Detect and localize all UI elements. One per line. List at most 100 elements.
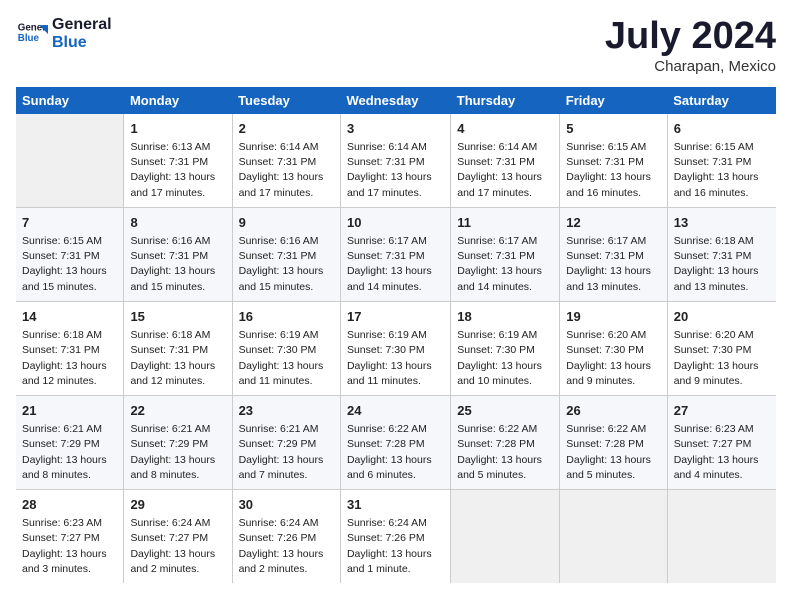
- day-number: 20: [674, 308, 770, 326]
- day-number: 28: [22, 496, 117, 514]
- day-cell: 4 Sunrise: 6:14 AMSunset: 7:31 PMDaylight…: [451, 114, 560, 208]
- week-row-4: 21Sunrise: 6:21 AMSunset: 7:29 PMDayligh…: [16, 395, 776, 489]
- day-cell: 3Sunrise: 6:14 AMSunset: 7:31 PMDaylight…: [340, 114, 450, 208]
- day-info: Sunrise: 6:18 AMSunset: 7:31 PMDaylight:…: [22, 328, 117, 389]
- day-cell: 12 Sunrise: 6:17 AMSunset: 7:31 PMDayligh…: [560, 207, 667, 301]
- calendar-table: SundayMondayTuesdayWednesdayThursdayFrid…: [16, 87, 776, 583]
- header-cell-wednesday: Wednesday: [340, 87, 450, 114]
- header-cell-saturday: Saturday: [667, 87, 776, 114]
- day-number: 13: [674, 214, 770, 232]
- day-cell: 11 Sunrise: 6:17 AMSunset: 7:31 PMDayligh…: [451, 207, 560, 301]
- day-number: 19: [566, 308, 660, 326]
- svg-text:Blue: Blue: [18, 33, 40, 44]
- day-info: Sunrise: 6:23 AMSunset: 7:27 PMDaylight:…: [674, 422, 770, 483]
- day-info: Sunrise: 6:19 AMSunset: 7:30 PMDaylight:…: [347, 328, 444, 389]
- location-subtitle: Charapan, Mexico: [605, 58, 776, 75]
- day-info: Sunrise: 6:19 AMSunset: 7:30 PMDaylight:…: [457, 328, 553, 389]
- day-number: 3: [347, 120, 444, 138]
- day-cell: 1 Sunrise: 6:13 AMSunset: 7:31 PMDaylight…: [124, 114, 232, 208]
- day-number: 1: [130, 120, 225, 138]
- header-row: SundayMondayTuesdayWednesdayThursdayFrid…: [16, 87, 776, 114]
- week-row-3: 14 Sunrise: 6:18 AMSunset: 7:31 PMDayligh…: [16, 301, 776, 395]
- day-info: Sunrise: 6:17 AMSunset: 7:31 PMDaylight:…: [347, 234, 444, 295]
- day-info: Sunrise: 6:17 AMSunset: 7:31 PMDaylight:…: [566, 234, 660, 295]
- day-cell: 2Sunrise: 6:14 AMSunset: 7:31 PMDaylight…: [232, 114, 340, 208]
- day-info: Sunrise: 6:16 AMSunset: 7:31 PMDaylight:…: [130, 234, 225, 295]
- day-info: Sunrise: 6:17 AMSunset: 7:31 PMDaylight:…: [457, 234, 553, 295]
- day-info: Sunrise: 6:15 AMSunset: 7:31 PMDaylight:…: [22, 234, 117, 295]
- day-info: Sunrise: 6:21 AMSunset: 7:29 PMDaylight:…: [239, 422, 334, 483]
- day-info: Sunrise: 6:23 AMSunset: 7:27 PMDaylight:…: [22, 516, 117, 577]
- day-cell: 22Sunrise: 6:21 AMSunset: 7:29 PMDayligh…: [124, 395, 232, 489]
- day-number: 12: [566, 214, 660, 232]
- logo: General Blue General Blue: [16, 16, 112, 51]
- day-number: 18: [457, 308, 553, 326]
- day-cell: 8 Sunrise: 6:16 AMSunset: 7:31 PMDaylight…: [124, 207, 232, 301]
- day-number: 17: [347, 308, 444, 326]
- day-cell: 17 Sunrise: 6:19 AMSunset: 7:30 PMDayligh…: [340, 301, 450, 395]
- day-number: 31: [347, 496, 444, 514]
- day-cell: 21Sunrise: 6:21 AMSunset: 7:29 PMDayligh…: [16, 395, 124, 489]
- week-row-2: 7 Sunrise: 6:15 AMSunset: 7:31 PMDaylight…: [16, 207, 776, 301]
- day-number: 16: [239, 308, 334, 326]
- day-number: 30: [239, 496, 334, 514]
- day-number: 11: [457, 214, 553, 232]
- day-info: Sunrise: 6:15 AMSunset: 7:31 PMDaylight:…: [566, 140, 660, 201]
- day-number: 27: [674, 402, 770, 420]
- page-header: General Blue General Blue July 2024 Char…: [16, 16, 776, 75]
- logo-general: General: [52, 16, 112, 34]
- day-cell: 18 Sunrise: 6:19 AMSunset: 7:30 PMDayligh…: [451, 301, 560, 395]
- day-cell: 20 Sunrise: 6:20 AMSunset: 7:30 PMDayligh…: [667, 301, 776, 395]
- header-cell-sunday: Sunday: [16, 87, 124, 114]
- day-cell: 15Sunrise: 6:18 AMSunset: 7:31 PMDayligh…: [124, 301, 232, 395]
- day-cell: 27 Sunrise: 6:23 AMSunset: 7:27 PMDayligh…: [667, 395, 776, 489]
- day-info: Sunrise: 6:14 AMSunset: 7:31 PMDaylight:…: [457, 140, 553, 201]
- week-row-5: 28 Sunrise: 6:23 AMSunset: 7:27 PMDayligh…: [16, 490, 776, 584]
- day-info: Sunrise: 6:21 AMSunset: 7:29 PMDaylight:…: [22, 422, 117, 483]
- day-info: Sunrise: 6:22 AMSunset: 7:28 PMDaylight:…: [457, 422, 553, 483]
- day-cell: 7 Sunrise: 6:15 AMSunset: 7:31 PMDaylight…: [16, 207, 124, 301]
- logo-icon: General Blue: [16, 18, 48, 50]
- calendar-body: 1 Sunrise: 6:13 AMSunset: 7:31 PMDaylight…: [16, 114, 776, 583]
- day-number: 23: [239, 402, 334, 420]
- day-number: 15: [130, 308, 225, 326]
- day-number: 14: [22, 308, 117, 326]
- day-cell: 30Sunrise: 6:24 AMSunset: 7:26 PMDayligh…: [232, 490, 340, 584]
- day-cell: 13 Sunrise: 6:18 AMSunset: 7:31 PMDayligh…: [667, 207, 776, 301]
- day-info: Sunrise: 6:22 AMSunset: 7:28 PMDaylight:…: [566, 422, 660, 483]
- day-number: 8: [130, 214, 225, 232]
- day-number: 9: [239, 214, 334, 232]
- day-info: Sunrise: 6:24 AMSunset: 7:26 PMDaylight:…: [347, 516, 444, 577]
- calendar-header: SundayMondayTuesdayWednesdayThursdayFrid…: [16, 87, 776, 114]
- day-number: 29: [130, 496, 225, 514]
- day-cell: 23 Sunrise: 6:21 AMSunset: 7:29 PMDayligh…: [232, 395, 340, 489]
- month-title: July 2024: [605, 16, 776, 58]
- day-info: Sunrise: 6:22 AMSunset: 7:28 PMDaylight:…: [347, 422, 444, 483]
- day-number: 7: [22, 214, 117, 232]
- header-cell-friday: Friday: [560, 87, 667, 114]
- day-cell: [667, 490, 776, 584]
- title-block: July 2024 Charapan, Mexico: [605, 16, 776, 75]
- day-cell: 16 Sunrise: 6:19 AMSunset: 7:30 PMDayligh…: [232, 301, 340, 395]
- day-info: Sunrise: 6:21 AMSunset: 7:29 PMDaylight:…: [130, 422, 225, 483]
- day-number: 26: [566, 402, 660, 420]
- header-cell-thursday: Thursday: [451, 87, 560, 114]
- day-number: 4: [457, 120, 553, 138]
- day-cell: 25Sunrise: 6:22 AMSunset: 7:28 PMDayligh…: [451, 395, 560, 489]
- logo-blue: Blue: [52, 34, 112, 52]
- day-number: 24: [347, 402, 444, 420]
- day-info: Sunrise: 6:20 AMSunset: 7:30 PMDaylight:…: [566, 328, 660, 389]
- day-cell: [16, 114, 124, 208]
- day-info: Sunrise: 6:18 AMSunset: 7:31 PMDaylight:…: [674, 234, 770, 295]
- day-info: Sunrise: 6:24 AMSunset: 7:27 PMDaylight:…: [130, 516, 225, 577]
- day-cell: 19 Sunrise: 6:20 AMSunset: 7:30 PMDayligh…: [560, 301, 667, 395]
- day-cell: 28 Sunrise: 6:23 AMSunset: 7:27 PMDayligh…: [16, 490, 124, 584]
- day-info: Sunrise: 6:13 AMSunset: 7:31 PMDaylight:…: [130, 140, 225, 201]
- day-info: Sunrise: 6:19 AMSunset: 7:30 PMDaylight:…: [239, 328, 334, 389]
- day-cell: 26 Sunrise: 6:22 AMSunset: 7:28 PMDayligh…: [560, 395, 667, 489]
- day-number: 2: [239, 120, 334, 138]
- day-cell: 31 Sunrise: 6:24 AMSunset: 7:26 PMDayligh…: [340, 490, 450, 584]
- day-number: 5: [566, 120, 660, 138]
- day-number: 6: [674, 120, 770, 138]
- day-info: Sunrise: 6:20 AMSunset: 7:30 PMDaylight:…: [674, 328, 770, 389]
